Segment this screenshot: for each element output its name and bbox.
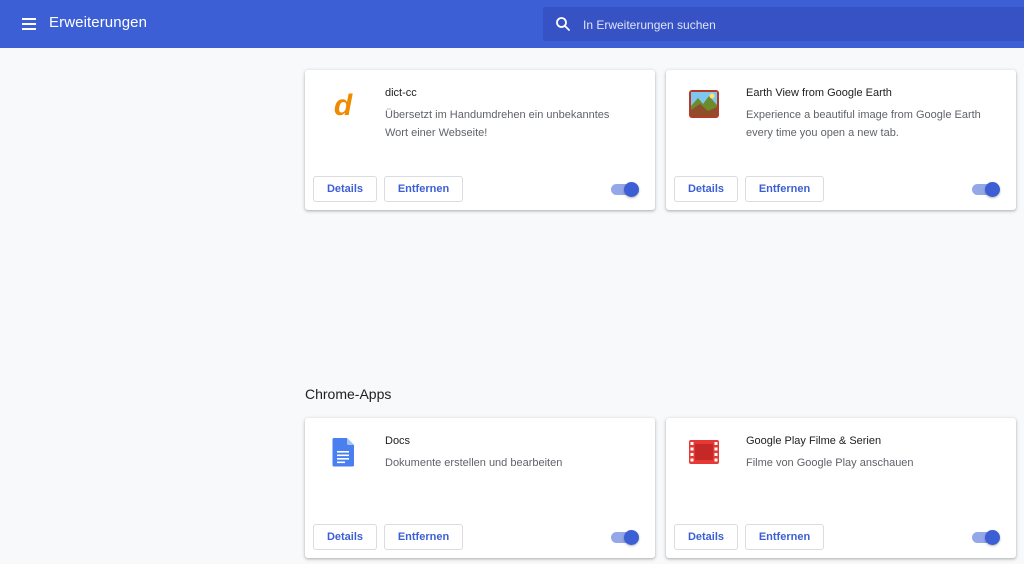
enable-toggle[interactable] [611, 530, 639, 546]
remove-button[interactable]: Entfernen [384, 524, 463, 550]
details-button[interactable]: Details [674, 176, 738, 202]
search-box[interactable] [543, 7, 1024, 43]
earth-view-icon [689, 90, 719, 118]
extension-description: Übersetzt im Handumdrehen ein unbekannte… [385, 109, 610, 139]
section-title-chrome-apps: Chrome-Apps [305, 386, 392, 402]
remove-button[interactable]: Entfernen [384, 176, 463, 202]
remove-button[interactable]: Entfernen [745, 176, 824, 202]
extension-card-dict-cc: d dict-cc Übersetzt im Handumdrehen ein … [305, 70, 655, 210]
app-description: Dokumente erstellen und bearbeiten [385, 457, 563, 469]
app-card-google-play-movies: Google Play Filme & Serien Filme von Goo… [666, 418, 1016, 558]
app-name: Google Play Filme & Serien [746, 435, 882, 447]
svg-text:d: d [334, 89, 353, 120]
extension-description: Experience a beautiful image from Google… [746, 109, 981, 139]
app-name: Docs [385, 435, 411, 447]
enable-toggle[interactable] [611, 182, 639, 198]
film-strip-icon [689, 440, 719, 464]
details-button[interactable]: Details [313, 176, 377, 202]
app-card-docs: Docs Dokumente erstellen und bearbeiten … [305, 418, 655, 558]
page-title: Erweiterungen [49, 14, 148, 31]
extension-name: dict-cc [385, 87, 417, 99]
extension-name: Earth View from Google Earth [746, 87, 892, 99]
enable-toggle[interactable] [972, 182, 1000, 198]
toolbar: Erweiterungen [0, 0, 1024, 48]
remove-button[interactable]: Entfernen [745, 524, 824, 550]
hamburger-menu-icon[interactable] [18, 13, 40, 35]
search-icon [556, 17, 570, 31]
extension-card-earth-view: Earth View from Google Earth Experience … [666, 70, 1016, 210]
enable-toggle[interactable] [972, 530, 1000, 546]
dict-cc-logo-icon: d [334, 89, 353, 120]
details-button[interactable]: Details [313, 524, 377, 550]
google-docs-icon [332, 438, 354, 467]
details-button[interactable]: Details [674, 524, 738, 550]
app-description: Filme von Google Play anschauen [746, 457, 914, 469]
search-input[interactable] [581, 7, 1005, 43]
